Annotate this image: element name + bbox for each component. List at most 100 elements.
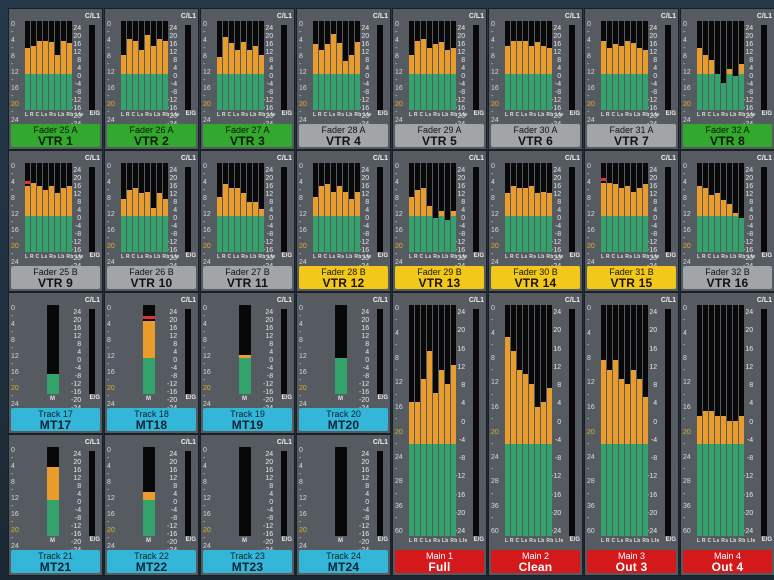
level-scale-left: 0-4-8-12-16-20-24-28-36-60 bbox=[299, 305, 313, 432]
level-scale-right: 24201612840-4-8-12-16-20-24 bbox=[551, 25, 562, 128]
level-scale-left: 0-4-8-12-16-20-24-28-36-60 bbox=[683, 305, 697, 536]
strip-label[interactable]: Track 22 MT22 bbox=[107, 550, 196, 573]
strip-label[interactable]: Fader 31 B VTR 15 bbox=[587, 266, 676, 289]
meter-green-fill bbox=[37, 216, 42, 252]
level-scale-left: 0-4-8-12-16-20-24-28-36-60 bbox=[491, 21, 505, 148]
scale-tick: 20 bbox=[107, 243, 115, 250]
strip-label[interactable]: Fader 28 A VTR 4 bbox=[299, 124, 388, 147]
channel-strip-18[interactable]: C/L1E/G0-4-8-12-16-20-24-28-36-602420161… bbox=[104, 292, 199, 434]
channel-strip-5[interactable]: C/L1E/G0-4-8-12-16-20-24-28-36-602420161… bbox=[392, 8, 487, 150]
meter-green-fill bbox=[727, 216, 732, 252]
channel-strip-4[interactable]: C/L1E/G0-4-8-12-16-20-24-28-36-602420161… bbox=[296, 8, 391, 150]
channel-strip-14[interactable]: C/L1E/G0-4-8-12-16-20-24-28-36-602420161… bbox=[488, 150, 583, 292]
scale-tick: - bbox=[299, 535, 302, 542]
channel-strip-13[interactable]: C/L1E/G0-4-8-12-16-20-24-28-36-602420161… bbox=[392, 150, 487, 292]
channel-strip-27[interactable]: C/L1 E/G 0-4-8-12-16-20-24-28-36-60 24 20 16 1… bbox=[584, 292, 679, 576]
strip-label[interactable]: Track 18 MT18 bbox=[107, 408, 196, 431]
level-meter bbox=[697, 21, 702, 110]
scale-tick: -12 bbox=[455, 97, 466, 104]
meter-green-fill bbox=[715, 74, 720, 110]
channel-strip-1[interactable]: C/L1E/G0-4-8-12-16-20-24-28-36-602420161… bbox=[8, 8, 103, 150]
scale-tick: - bbox=[107, 235, 110, 242]
channel-strip-26[interactable]: C/L1 E/G 0-4-8-12-16-20-24-28-36-60 24 20 16 1… bbox=[488, 292, 583, 576]
level-meter bbox=[121, 163, 126, 252]
level-meter bbox=[601, 163, 606, 252]
strip-label[interactable]: Track 19 MT19 bbox=[203, 408, 292, 431]
channel-strip-12[interactable]: C/L1E/G0-4-8-12-16-20-24-28-36-602420161… bbox=[296, 150, 391, 292]
level-meter bbox=[349, 163, 354, 252]
meter-green-fill bbox=[157, 216, 162, 252]
scale-tick: 4 bbox=[683, 37, 687, 44]
scale-tick: - bbox=[395, 235, 398, 242]
strip-label[interactable]: Fader 26 A VTR 2 bbox=[107, 124, 196, 147]
scale-tick: 0 bbox=[587, 21, 591, 28]
strip-label[interactable]: Fader 29 A VTR 5 bbox=[395, 124, 484, 147]
strip-label[interactable]: Track 24 MT24 bbox=[299, 550, 388, 573]
channel-strip-11[interactable]: C/L1E/G0-4-8-12-16-20-24-28-36-602420161… bbox=[200, 150, 295, 292]
channel-strip-3[interactable]: C/L1E/G0-4-8-12-16-20-24-28-36-602420161… bbox=[200, 8, 295, 150]
scale-tick: -8 bbox=[746, 231, 754, 238]
meter-orange-fill bbox=[601, 182, 606, 217]
strip-label[interactable]: Fader 28 B VTR 12 bbox=[299, 266, 388, 289]
strip-label[interactable]: Fader 29 B VTR 13 bbox=[395, 266, 484, 289]
strip-label[interactable]: Fader 27 A VTR 3 bbox=[203, 124, 292, 147]
strip-label[interactable]: Track 23 MT23 bbox=[203, 550, 292, 573]
strip-label[interactable]: Track 17 MT17 bbox=[11, 408, 100, 431]
level-meter bbox=[247, 21, 252, 110]
channel-strip-15[interactable]: C/L1E/G0-4-8-12-16-20-24-28-36-602420161… bbox=[584, 150, 679, 292]
channel-strip-25[interactable]: C/L1 E/G 0-4-8-12-16-20-24-28-36-60 24 20 16 1… bbox=[392, 292, 487, 576]
strip-label[interactable]: Fader 25 A VTR 1 bbox=[11, 124, 100, 147]
c-l1-label: C/L1 bbox=[276, 155, 292, 162]
strip-label[interactable]: Track 20 MT20 bbox=[299, 408, 388, 431]
channel-strip-8[interactable]: C/L1E/G0-4-8-12-16-20-24-28-36-602420161… bbox=[680, 8, 774, 150]
channel-strip-21[interactable]: C/L1E/G0-4-8-12-16-20-24-28-36-602420161… bbox=[8, 434, 103, 576]
meter-orange-fill bbox=[601, 40, 606, 75]
strip-label[interactable]: Fader 30 A VTR 6 bbox=[491, 124, 580, 147]
scale-tick: -12 bbox=[263, 239, 274, 246]
channel-strip-28[interactable]: C/L1 E/G 0-4-8-12-16-20-24-28-36-60 24 20 16 1… bbox=[680, 292, 774, 576]
channel-strip-16[interactable]: C/L1E/G0-4-8-12-16-20-24-28-36-602420161… bbox=[680, 150, 774, 292]
level-meter bbox=[703, 21, 708, 110]
level-meter bbox=[721, 21, 726, 110]
channel-strip-20[interactable]: C/L1E/G0-4-8-12-16-20-24-28-36-602420161… bbox=[296, 292, 391, 434]
scale-tick: 12 bbox=[107, 353, 115, 360]
strip-label[interactable]: Main 4 Out 4 bbox=[683, 550, 772, 573]
scale-tick: -16 bbox=[167, 389, 178, 396]
channel-strip-23[interactable]: C/L1E/G0-4-8-12-16-20-24-28-36-602420161… bbox=[200, 434, 295, 576]
strip-label[interactable]: Fader 25 B VTR 9 bbox=[11, 266, 100, 289]
scale-tick: 4 bbox=[365, 207, 370, 214]
level-meter bbox=[505, 163, 510, 252]
scale-tick: 20 bbox=[649, 33, 658, 40]
meter-orange-fill bbox=[67, 186, 72, 217]
strip-label[interactable]: Track 21 MT21 bbox=[11, 550, 100, 573]
scale-tick: - bbox=[299, 61, 302, 68]
meter-green-fill bbox=[259, 216, 264, 252]
strip-label[interactable]: Main 3 Out 3 bbox=[587, 550, 676, 573]
scale-tick: - bbox=[683, 93, 686, 100]
scale-tick: 16 bbox=[553, 41, 562, 48]
channel-strip-9[interactable]: C/L1E/G0-4-8-12-16-20-24-28-36-602420161… bbox=[8, 150, 103, 292]
channel-strip-2[interactable]: C/L1E/G0-4-8-12-16-20-24-28-36-602420161… bbox=[104, 8, 199, 150]
meter-orange-fill bbox=[157, 193, 162, 217]
strip-label[interactable]: Fader 32 A VTR 8 bbox=[683, 124, 772, 147]
channel-strip-7[interactable]: C/L1E/G0-4-8-12-16-20-24-28-36-602420161… bbox=[584, 8, 679, 150]
channel-strip-17[interactable]: C/L1E/G0-4-8-12-16-20-24-28-36-602420161… bbox=[8, 292, 103, 434]
channel-strip-6[interactable]: C/L1E/G0-4-8-12-16-20-24-28-36-602420161… bbox=[488, 8, 583, 150]
strip-label[interactable]: Fader 26 B VTR 10 bbox=[107, 266, 196, 289]
level-scale-left: 0-4-8-12-16-20-24-28-36-60 bbox=[587, 21, 601, 148]
channel-strip-24[interactable]: C/L1E/G0-4-8-12-16-20-24-28-36-602420161… bbox=[296, 434, 391, 576]
strip-label[interactable]: Fader 31 A VTR 7 bbox=[587, 124, 676, 147]
strip-label[interactable]: Main 2 Clean bbox=[491, 550, 580, 573]
strip-label[interactable]: Fader 30 B VTR 14 bbox=[491, 266, 580, 289]
channel-strip-10[interactable]: C/L1E/G0-4-8-12-16-20-24-28-36-602420161… bbox=[104, 150, 199, 292]
strip-label[interactable]: Fader 27 B VTR 11 bbox=[203, 266, 292, 289]
strip-label[interactable]: Fader 32 B VTR 16 bbox=[683, 266, 772, 289]
gain-reduction-bar bbox=[185, 309, 191, 394]
meter-green-fill bbox=[601, 443, 606, 536]
meter-green-fill bbox=[637, 443, 642, 536]
scale-tick: -20 bbox=[359, 397, 370, 404]
meter-green-fill bbox=[253, 216, 258, 252]
channel-strip-19[interactable]: C/L1E/G0-4-8-12-16-20-24-28-36-602420161… bbox=[200, 292, 295, 434]
strip-label[interactable]: Main 1 Full bbox=[395, 550, 484, 573]
channel-strip-22[interactable]: C/L1E/G0-4-8-12-16-20-24-28-36-602420161… bbox=[104, 434, 199, 576]
